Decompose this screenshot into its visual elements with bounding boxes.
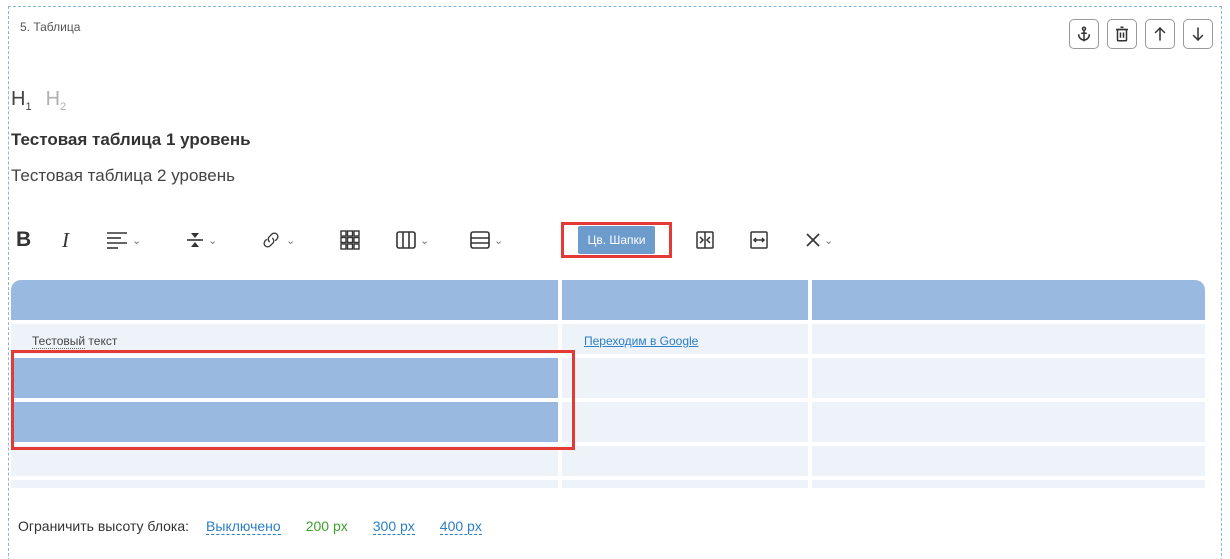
- clear-dropdown[interactable]: ⌄: [806, 222, 833, 258]
- close-icon: [806, 233, 820, 247]
- vertical-align-dropdown[interactable]: ⌄: [186, 222, 217, 258]
- grid-button[interactable]: [340, 222, 360, 258]
- header-cell[interactable]: [562, 280, 808, 320]
- trash-icon: [1116, 26, 1128, 42]
- cell-text-rest: текст: [85, 334, 118, 348]
- merge-cells-button[interactable]: [696, 222, 714, 258]
- limit-option-off[interactable]: Выключено: [206, 518, 281, 535]
- table-header-row: [11, 280, 1205, 320]
- link-dropdown[interactable]: ⌄: [260, 222, 295, 258]
- split-cells-icon: [750, 231, 768, 249]
- arrow-down-icon: [1192, 27, 1204, 42]
- limit-option-400[interactable]: 400 px: [439, 518, 482, 535]
- table-cell[interactable]: [812, 402, 1205, 442]
- link-icon: [263, 232, 279, 248]
- table-cell[interactable]: [11, 446, 558, 476]
- block-title: 5. Таблица: [20, 20, 81, 34]
- split-cells-button[interactable]: [750, 222, 768, 258]
- table-row: [11, 446, 1205, 476]
- table-cell[interactable]: [11, 480, 558, 488]
- move-up-button[interactable]: [1145, 19, 1175, 49]
- anchor-button[interactable]: [1069, 19, 1099, 49]
- chevron-down-icon: ⌄: [420, 234, 430, 247]
- limit-option-300[interactable]: 300 px: [372, 518, 415, 535]
- arrow-up-icon: [1154, 26, 1166, 41]
- chevron-down-icon: ⌄: [132, 234, 142, 247]
- table-cell[interactable]: [562, 402, 808, 442]
- title-level-1[interactable]: Тестовая таблица 1 уровень: [11, 130, 251, 150]
- table-cell[interactable]: Переходим в Google: [562, 324, 808, 354]
- bold-button[interactable]: B: [16, 222, 31, 258]
- height-limit-controls: Ограничить высоту блока: Выключено 200 p…: [18, 518, 507, 535]
- cell-text: Тестовый текст: [11, 324, 558, 349]
- header-cell[interactable]: [812, 280, 1205, 320]
- h2-label: H: [45, 88, 61, 110]
- table-cell[interactable]: [812, 446, 1205, 476]
- limit-option-200[interactable]: 200 px: [306, 518, 348, 534]
- table-cell[interactable]: [812, 358, 1205, 398]
- google-link[interactable]: Переходим в Google: [562, 324, 808, 348]
- heading-level-switch: H1 H2: [11, 88, 66, 113]
- h1-label: H: [11, 88, 26, 110]
- grid-icon: [340, 230, 360, 250]
- table-toolbar: B I ⌄ ⌄ ⌄ ⌄ ⌄ Цв. Шапки ⌄: [10, 222, 870, 258]
- align-icon: [107, 232, 127, 249]
- merge-cells-icon: [696, 231, 714, 249]
- heading-h1-option[interactable]: H1: [11, 88, 32, 113]
- move-down-button[interactable]: [1183, 19, 1213, 49]
- height-limit-label: Ограничить высоту блока:: [18, 518, 190, 534]
- anchor-icon: [1078, 26, 1090, 42]
- h2-sub: 2: [60, 101, 67, 113]
- cell-text-spellcheck: Тестовый: [32, 334, 86, 349]
- header-cell[interactable]: [11, 280, 558, 320]
- columns-icon: [396, 231, 416, 249]
- block-tools: [1069, 19, 1213, 49]
- color-header-button[interactable]: Цв. Шапки: [578, 226, 655, 254]
- selection-highlight: [11, 350, 575, 450]
- columns-dropdown[interactable]: ⌄: [396, 222, 429, 258]
- italic-label: I: [62, 227, 69, 252]
- rows-icon: [470, 231, 490, 249]
- align-dropdown[interactable]: ⌄: [106, 222, 141, 258]
- heading-h2-option[interactable]: H2: [46, 88, 67, 113]
- table-cell[interactable]: [812, 480, 1205, 488]
- delete-button[interactable]: [1107, 19, 1137, 49]
- chevron-down-icon: ⌄: [208, 234, 218, 247]
- chevron-down-icon: ⌄: [286, 234, 296, 247]
- table-row: [11, 480, 1205, 488]
- bold-label: B: [16, 228, 32, 251]
- table-cell[interactable]: [562, 358, 808, 398]
- table-cell[interactable]: [562, 480, 808, 488]
- chevron-down-icon: ⌄: [824, 234, 834, 247]
- table-cell[interactable]: [562, 446, 808, 476]
- vertical-align-icon: [187, 233, 203, 247]
- chevron-down-icon: ⌄: [494, 234, 504, 247]
- color-header-highlight: Цв. Шапки: [561, 222, 672, 258]
- rows-dropdown[interactable]: ⌄: [470, 222, 503, 258]
- italic-button[interactable]: I: [62, 222, 69, 258]
- title-level-2[interactable]: Тестовая таблица 2 уровень: [11, 166, 235, 186]
- h1-sub: 1: [25, 101, 32, 113]
- table-cell[interactable]: [812, 324, 1205, 354]
